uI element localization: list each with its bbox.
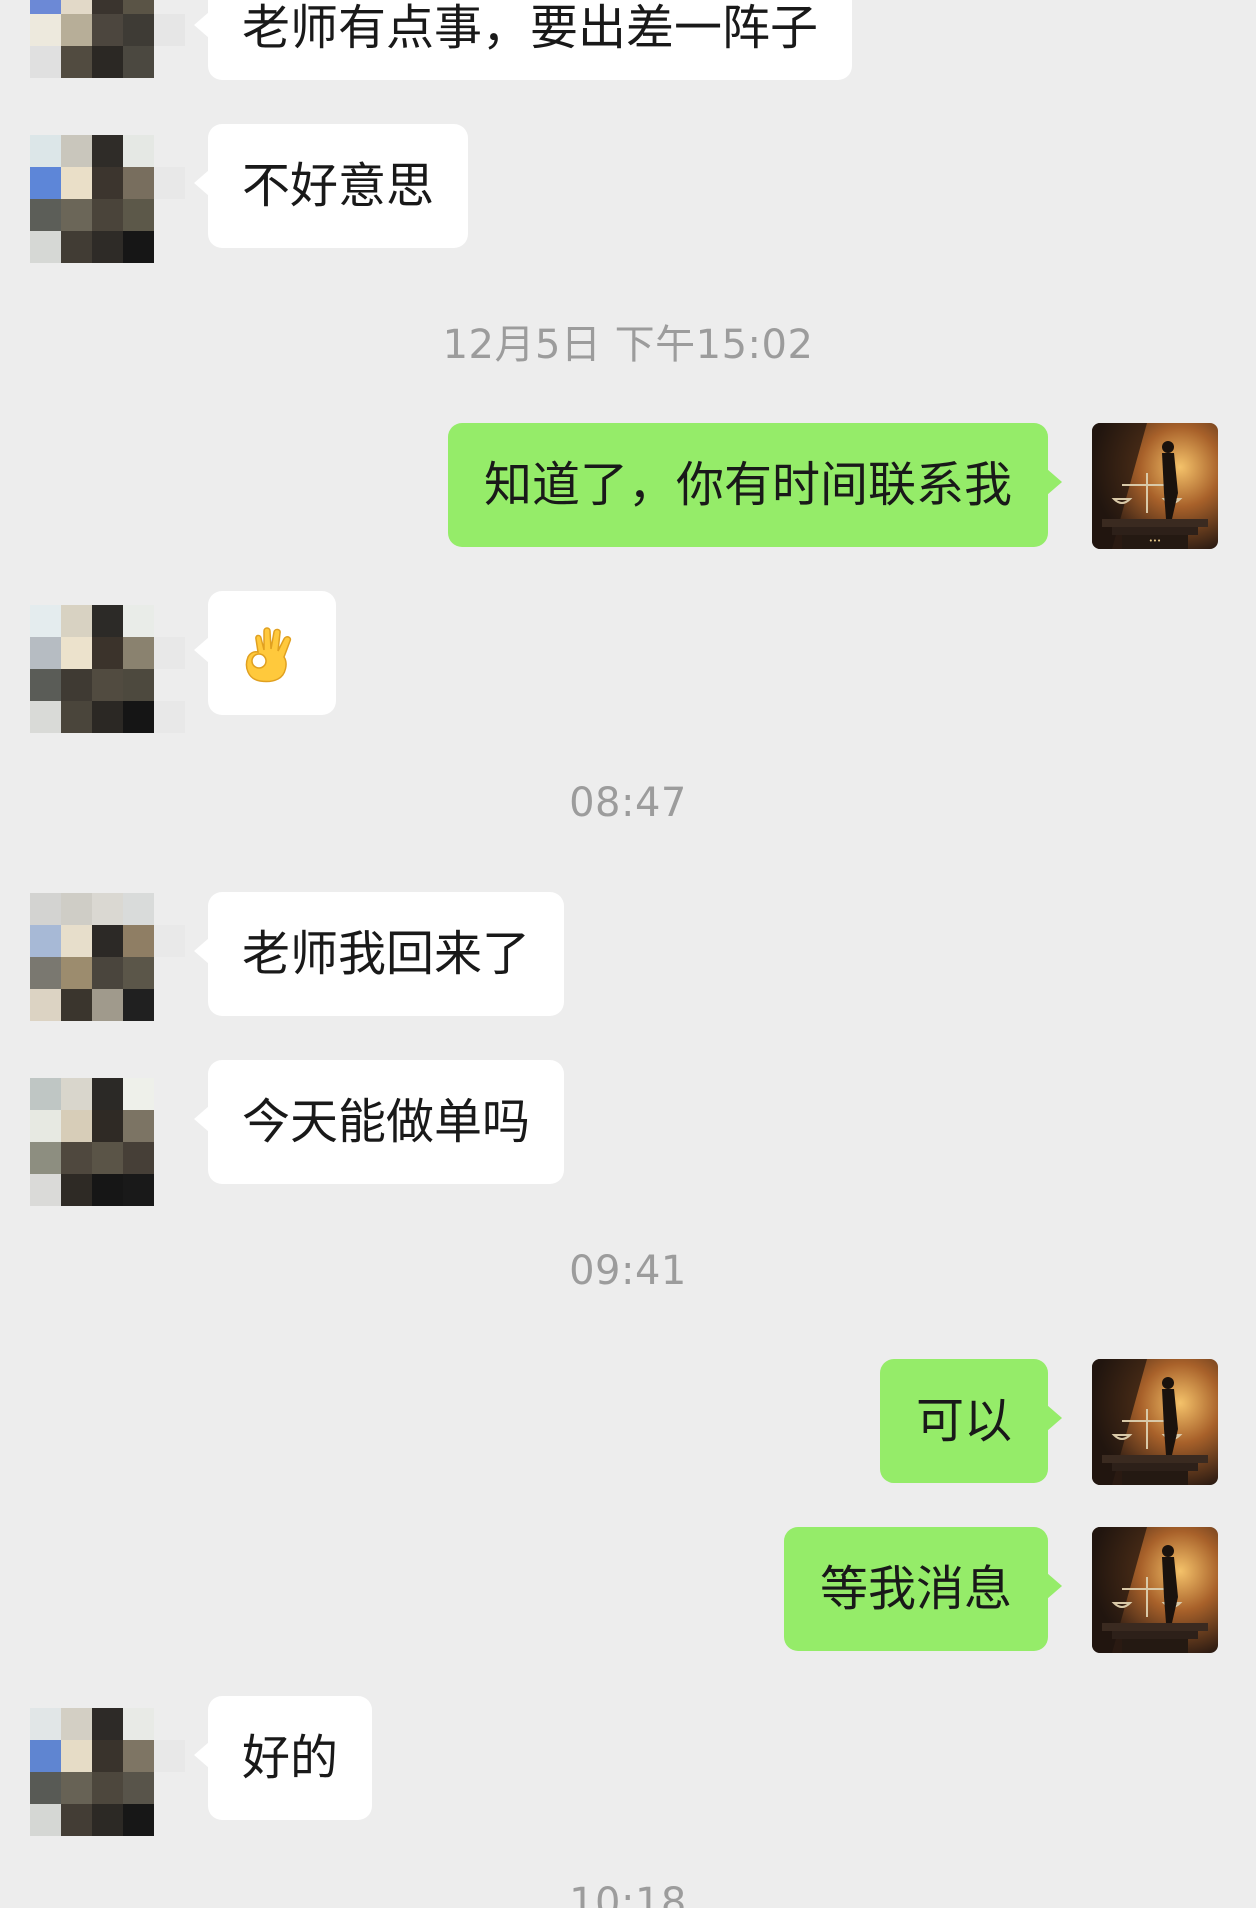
contact-avatar[interactable] (30, 1078, 185, 1206)
contact-avatar[interactable] (30, 893, 185, 1021)
poster-avatar-image (1092, 1527, 1218, 1653)
user-avatar[interactable] (1092, 1527, 1218, 1653)
message-bubble[interactable]: 今天能做单吗 (193, 1060, 565, 1184)
message-text: 老师有点事，要出差一阵子 (242, 0, 819, 56)
poster-avatar-image (1092, 1359, 1218, 1485)
message-bubble[interactable]: 老师我回来了 (193, 892, 565, 1016)
svg-text:•••: ••• (1149, 537, 1161, 545)
message-text: 好的 (242, 1730, 339, 1786)
message-bubble[interactable]: 好的 (193, 1696, 373, 1820)
message-bubble[interactable] (194, 591, 336, 715)
contact-avatar[interactable] (30, 1708, 185, 1836)
message-text: 等我消息 (819, 1561, 1012, 1617)
message-text: 不好意思 (242, 158, 435, 214)
message-bubble[interactable]: 不好意思 (193, 124, 469, 248)
timestamp: 08:47 (569, 780, 687, 826)
message-text: 老师我回来了 (242, 926, 531, 982)
timestamp: 10:18 (569, 1880, 687, 1908)
ok-hand-emoji-icon (245, 627, 292, 683)
message-bubble-outgoing[interactable]: 知道了，你有时间联系我 (447, 423, 1063, 547)
user-avatar[interactable] (1092, 1359, 1218, 1485)
message-text: 知道了，你有时间联系我 (483, 457, 1012, 513)
chat-view: 老师有点事，要出差一阵子 不好意思 12月5日 下午15:02 知道了，你有时间… (0, 0, 1256, 1908)
message-text: 可以 (915, 1393, 1012, 1449)
message-text: 今天能做单吗 (242, 1094, 531, 1150)
contact-avatar[interactable] (30, 0, 185, 78)
poster-avatar-image: ••• (1092, 423, 1218, 549)
contact-avatar[interactable] (30, 135, 185, 263)
message-bubble-outgoing[interactable]: 可以 (879, 1359, 1063, 1483)
user-avatar[interactable]: ••• (1092, 423, 1218, 549)
timestamp: 12月5日 下午15:02 (442, 322, 814, 368)
message-bubble[interactable]: 老师有点事，要出差一阵子 (193, 0, 853, 80)
timestamp: 09:41 (569, 1248, 687, 1294)
contact-avatar[interactable] (30, 605, 185, 733)
message-bubble-outgoing[interactable]: 等我消息 (783, 1527, 1063, 1651)
